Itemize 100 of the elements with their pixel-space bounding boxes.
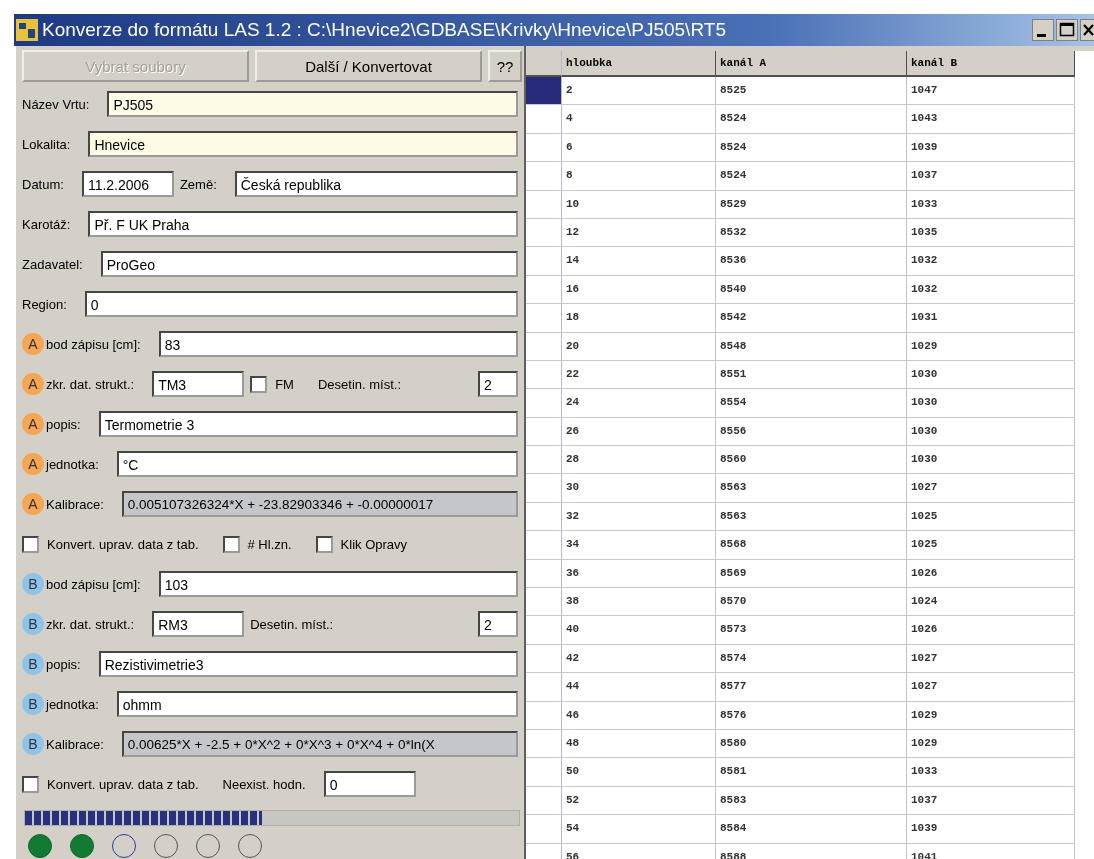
table-cell: 52	[562, 786, 716, 816]
input-field[interactable]: 0	[84, 291, 518, 317]
table-cell: 1029	[907, 332, 1075, 361]
table-cell: 1024	[907, 588, 1075, 617]
input-field[interactable]: 0	[323, 771, 416, 797]
input-field[interactable]: 83	[158, 331, 518, 357]
field-label: bod zápisu [cm]:	[46, 336, 141, 352]
column-header[interactable]: hloubka	[562, 51, 716, 77]
table-cell: 44	[562, 673, 716, 702]
input-field[interactable]: 0.00625*X + -2.5 + 0*X^2 + 0*X^3 + 0*X^4 + 0*ln(X	[121, 731, 518, 757]
table-cell: 8577	[716, 673, 907, 702]
toolbar-button[interactable]: Další / Konvertovat	[255, 50, 482, 82]
table-cell: 8574	[716, 644, 907, 674]
table-cell: 8584	[716, 815, 907, 844]
field-label: Kalibrace:	[46, 496, 104, 512]
field-label: Datum:	[22, 176, 64, 192]
table-cell: 8576	[716, 701, 907, 730]
channel-badge: B	[22, 573, 44, 595]
input-field[interactable]: Př. F UK Praha	[88, 211, 518, 237]
table-cell: 54	[562, 815, 716, 844]
table-cell: 1030	[907, 446, 1075, 475]
grid-corner[interactable]	[526, 51, 562, 77]
table-cell: 8588	[716, 843, 907, 859]
field-label: Neexist. hodn.	[222, 776, 306, 792]
field-label: Lokalita:	[22, 136, 71, 152]
input-field[interactable]: Termometrie 3	[98, 411, 518, 437]
table-cell: 1026	[907, 559, 1075, 589]
app-icon	[16, 19, 38, 41]
table-cell: 38	[562, 588, 716, 617]
field-label: Desetin. míst.:	[317, 376, 401, 392]
table-cell: 2	[562, 77, 716, 106]
table-cell: 6	[562, 133, 716, 163]
table-cell: 28	[562, 446, 716, 475]
table-cell: 8563	[716, 502, 907, 532]
input-field[interactable]: Rezistivimetrie3	[98, 651, 518, 677]
checkbox[interactable]: FM	[250, 375, 294, 393]
table-cell: 10	[562, 190, 716, 219]
column-header[interactable]: kanál A	[716, 51, 907, 77]
channel-badge: B	[22, 653, 44, 675]
input-field[interactable]: ohmm	[116, 691, 518, 717]
table-cell: 30	[562, 474, 716, 503]
channel-badge: A	[22, 333, 44, 355]
table-cell: 24	[562, 389, 716, 418]
table-cell: 56	[562, 843, 716, 859]
close-icon[interactable]	[1080, 19, 1094, 41]
table-cell: 1037	[907, 162, 1075, 191]
table-cell: 8524	[716, 133, 907, 163]
channel-badge: B	[22, 693, 44, 715]
table-cell: 1039	[907, 133, 1075, 163]
input-field[interactable]: ProGeo	[100, 251, 518, 277]
input-field[interactable]: PJ505	[107, 91, 518, 117]
input-field[interactable]: °C	[116, 451, 518, 477]
table-cell: 12	[562, 218, 716, 248]
table-cell: 8536	[716, 247, 907, 276]
input-field[interactable]: Hnevice	[88, 131, 518, 157]
table-cell: 36	[562, 559, 716, 589]
table-cell: 50	[562, 758, 716, 787]
field-label: jednotka:	[46, 696, 99, 712]
maximize-icon[interactable]	[1056, 19, 1078, 41]
checkbox[interactable]: Konvert. uprav. data z tab.	[22, 775, 199, 793]
input-field[interactable]: Česká republika	[234, 171, 518, 197]
field-label: Název Vrtu:	[22, 96, 90, 112]
table-cell: 16	[562, 275, 716, 305]
channel-badge: A	[22, 453, 44, 475]
table-cell: 8583	[716, 786, 907, 816]
column-header[interactable]: kanál B	[907, 51, 1075, 77]
checkbox[interactable]: Konvert. uprav. data z tab.	[22, 535, 199, 553]
input-field[interactable]: 2	[478, 611, 518, 637]
table-cell: 8580	[716, 730, 907, 759]
field-label: Region:	[22, 296, 67, 312]
table-cell: 40	[562, 616, 716, 645]
table-cell: 34	[562, 531, 716, 560]
table-cell: 8563	[716, 474, 907, 503]
table-cell: 32	[562, 502, 716, 532]
table-cell: 1035	[907, 218, 1075, 248]
table-cell: 1047	[907, 77, 1075, 106]
table-cell: 14	[562, 247, 716, 276]
row-header[interactable]	[526, 77, 562, 106]
table-cell: 8525	[716, 77, 907, 106]
table-cell: 48	[562, 730, 716, 759]
input-field[interactable]: TM3	[152, 371, 245, 397]
input-field[interactable]: 11.2.2006	[81, 171, 174, 197]
toolbar-button[interactable]: ??	[488, 50, 522, 82]
table-cell: 1025	[907, 531, 1075, 560]
minimize-icon[interactable]	[1032, 19, 1054, 41]
input-field[interactable]: RM3	[152, 611, 245, 637]
checkbox[interactable]: Klik Opravy	[315, 535, 408, 553]
table-cell: 1032	[907, 275, 1075, 305]
window-title: Konverze do formátu LAS 1.2 : C:\Hnevice2\GDBASE\Krivky\Hnevice\PJ505\RT5	[42, 19, 726, 41]
channel-badge: A	[22, 413, 44, 435]
table-cell: 8548	[716, 332, 907, 361]
input-field[interactable]: 103	[158, 571, 518, 597]
table-cell: 42	[562, 644, 716, 674]
table-cell: 8569	[716, 559, 907, 589]
checkbox[interactable]: # Hl.zn.	[222, 535, 292, 553]
input-field[interactable]: 0.005107326324*X + -23.82903346 + -0.00000017	[121, 491, 518, 517]
input-field[interactable]: 2	[478, 371, 518, 397]
field-label: Zadavatel:	[22, 256, 83, 272]
field-label: Země:	[179, 176, 217, 192]
field-label: popis:	[46, 656, 81, 672]
